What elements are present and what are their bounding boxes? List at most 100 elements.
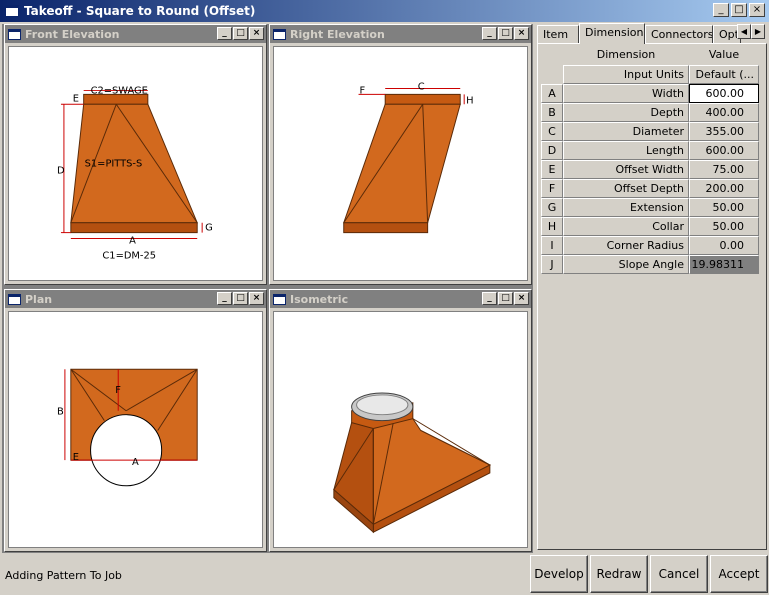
row-value-input[interactable]: 600.00	[689, 84, 759, 103]
c2-label: C2=SWAGE	[91, 85, 148, 96]
row-key: F	[541, 179, 563, 198]
view-title: Right Elevation	[290, 27, 385, 41]
right-elevation-titlebar: Right Elevation _ □ ×	[270, 25, 531, 43]
input-units-value[interactable]: Default (...	[689, 65, 759, 84]
view-title: Plan	[25, 292, 53, 306]
table-row[interactable]: D Length 600.00	[541, 141, 762, 160]
tab-scroll-left-button[interactable]: ◀	[737, 24, 751, 39]
row-dimension-name: Collar	[563, 217, 689, 236]
tab-item[interactable]: Item	[537, 25, 579, 44]
develop-button[interactable]: Develop	[530, 555, 588, 593]
tab-connectors[interactable]: Connectors	[645, 25, 713, 44]
row-dimension-name: Depth	[563, 103, 689, 122]
plan-drawing: B F A E	[57, 368, 198, 487]
view-minimize-button[interactable]: _	[482, 27, 497, 40]
dimensions-tab-body: Dimension Value Input Units Default (...…	[537, 43, 767, 550]
plan-view[interactable]: Plan _ □ × B F A E	[4, 289, 267, 552]
right-elevation-drawing: C F H	[343, 81, 474, 234]
row-dimension-name: Offset Depth	[563, 179, 689, 198]
h-label: H	[466, 95, 473, 106]
g-label: G	[205, 223, 213, 234]
view-close-button[interactable]: ×	[249, 27, 264, 40]
table-row[interactable]: C Diameter 355.00	[541, 122, 762, 141]
row-value-input[interactable]: 200.00	[689, 179, 759, 198]
plan-titlebar: Plan _ □ ×	[5, 290, 266, 308]
maximize-button[interactable]: □	[731, 3, 747, 17]
plan-canvas[interactable]: B F A E	[8, 311, 263, 548]
view-icon	[8, 293, 21, 305]
row-value-input[interactable]: 50.00	[689, 217, 759, 236]
cancel-button[interactable]: Cancel	[650, 555, 708, 593]
view-minimize-button[interactable]: _	[217, 27, 232, 40]
e-label: E	[73, 93, 79, 104]
view-icon	[8, 28, 21, 40]
grid-units-key	[541, 65, 563, 84]
view-close-button[interactable]: ×	[249, 292, 264, 305]
tab-strip: Item Dimensions Connectors Opt ◀ ▶	[537, 23, 767, 44]
row-dimension-name: Width	[563, 84, 689, 103]
table-row[interactable]: E Offset Width 75.00	[541, 160, 762, 179]
round-outlet	[90, 414, 163, 487]
row-key: J	[541, 255, 563, 274]
row-dimension-name: Extension	[563, 198, 689, 217]
right-elevation-view[interactable]: Right Elevation _ □ × C F H	[269, 24, 532, 285]
b-label: B	[57, 407, 64, 418]
accept-button[interactable]: Accept	[710, 555, 768, 593]
view-title: Isometric	[290, 292, 349, 306]
tab-scroll-right-button[interactable]: ▶	[751, 24, 765, 39]
grid-header-value: Value	[708, 48, 740, 61]
grid-header-dimension: Dimension	[596, 48, 656, 61]
table-row[interactable]: A Width 600.00	[541, 84, 762, 103]
redraw-button[interactable]: Redraw	[590, 555, 648, 593]
a-label: A	[132, 457, 139, 468]
row-dimension-name: Length	[563, 141, 689, 160]
row-value-input[interactable]: 19.98311	[689, 255, 759, 274]
f-label: F	[115, 385, 121, 396]
table-row[interactable]: J Slope Angle 19.98311	[541, 255, 762, 274]
row-key: A	[541, 84, 563, 103]
row-key: D	[541, 141, 563, 160]
view-maximize-button[interactable]: □	[498, 292, 513, 305]
property-panel: Item Dimensions Connectors Opt ◀ ▶ Dimen…	[537, 23, 767, 550]
extension-shape	[70, 222, 198, 234]
table-row[interactable]: F Offset Depth 200.00	[541, 179, 762, 198]
row-key: G	[541, 198, 563, 217]
view-minimize-button[interactable]: _	[482, 292, 497, 305]
transition-body	[343, 103, 461, 224]
front-elevation-canvas[interactable]: C2=SWAGE S1=PITTS-S C1=DM-25 A D E G	[8, 46, 263, 281]
view-minimize-button[interactable]: _	[217, 292, 232, 305]
extension-shape	[343, 222, 429, 234]
row-value-input[interactable]: 600.00	[689, 141, 759, 160]
tab-dimensions[interactable]: Dimensions	[579, 23, 645, 44]
row-value-input[interactable]: 400.00	[689, 103, 759, 122]
front-elevation-titlebar: Front Elevation _ □ ×	[5, 25, 266, 43]
isometric-view[interactable]: Isometric _ □ ×	[269, 289, 532, 552]
minimize-button[interactable]: _	[713, 3, 729, 17]
f-label: F	[360, 85, 366, 96]
table-row[interactable]: B Depth 400.00	[541, 103, 762, 122]
view-close-button[interactable]: ×	[514, 292, 529, 305]
row-dimension-name: Diameter	[563, 122, 689, 141]
grid-units-row: Input Units Default (...	[541, 65, 762, 84]
views-area: Front Elevation _ □ × C2=SWAGE S1=PITTS-…	[2, 24, 533, 553]
view-maximize-button[interactable]: □	[233, 292, 248, 305]
table-row[interactable]: H Collar 50.00	[541, 217, 762, 236]
table-row[interactable]: G Extension 50.00	[541, 198, 762, 217]
close-button[interactable]: ×	[749, 3, 765, 17]
row-key: C	[541, 122, 563, 141]
e-label: E	[73, 452, 79, 463]
window-icon	[5, 5, 19, 17]
isometric-canvas[interactable]	[273, 311, 528, 548]
row-value-input[interactable]: 50.00	[689, 198, 759, 217]
table-row[interactable]: I Corner Radius 0.00	[541, 236, 762, 255]
collar-shape	[384, 93, 461, 105]
right-elevation-canvas[interactable]: C F H	[273, 46, 528, 281]
front-elevation-view[interactable]: Front Elevation _ □ × C2=SWAGE S1=PITTS-…	[4, 24, 267, 285]
row-value-input[interactable]: 355.00	[689, 122, 759, 141]
row-value-input[interactable]: 0.00	[689, 236, 759, 255]
d-label: D	[57, 165, 65, 176]
view-maximize-button[interactable]: □	[498, 27, 513, 40]
row-value-input[interactable]: 75.00	[689, 160, 759, 179]
view-maximize-button[interactable]: □	[233, 27, 248, 40]
view-close-button[interactable]: ×	[514, 27, 529, 40]
